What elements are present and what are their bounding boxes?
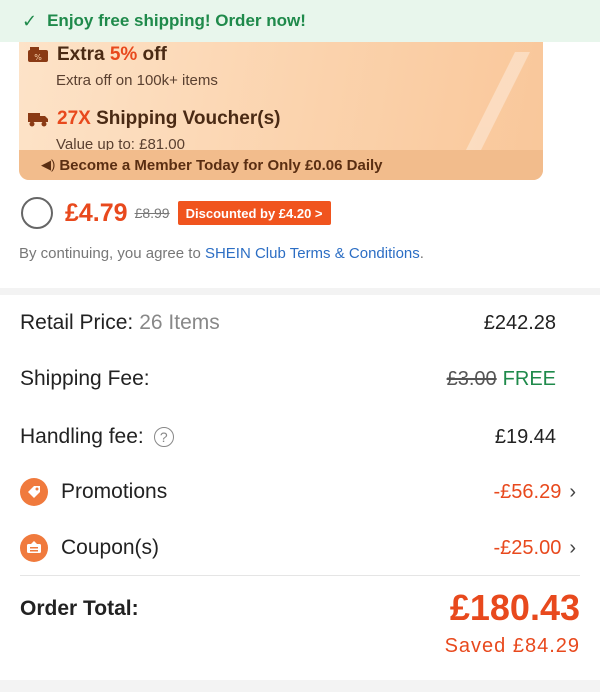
- shein-club-section: % Extra 5% off Extra off on 100k+ items …: [0, 42, 600, 288]
- benefit-extra-off-title: Extra 5% off: [57, 44, 167, 65]
- benefit-extra-off-sub: Extra off on 100k+ items: [56, 72, 218, 89]
- benefit-shipping-title: 27X Shipping Voucher(s): [57, 108, 281, 129]
- speaker-icon: ◀): [41, 157, 56, 172]
- order-total-value: £180.43: [449, 587, 580, 628]
- club-terms-text: By continuing, you agree to SHEIN Club T…: [19, 245, 424, 262]
- check-icon: ✓: [22, 10, 38, 31]
- member-offer-bar[interactable]: ◀) Become a Member Today for Only £0.06 …: [19, 150, 543, 180]
- order-total-label: Order Total:: [20, 597, 139, 620]
- club-original-price: £8.99: [134, 205, 170, 221]
- retail-price-value: £242.28: [483, 311, 556, 334]
- chevron-right-icon: ›: [569, 480, 576, 503]
- member-offer-text: Become a Member Today for Only £0.06 Dai…: [59, 156, 383, 174]
- club-price: £4.79: [65, 198, 128, 227]
- shipping-fee-value: FREE: [502, 367, 556, 390]
- promotions-label: Promotions: [61, 480, 168, 503]
- shipping-fee-row: Shipping Fee: £3.00 FREE: [20, 363, 556, 395]
- help-icon[interactable]: ?: [153, 427, 174, 447]
- shipping-fee-original: £3.00: [446, 367, 497, 390]
- retail-price-row: Retail Price: 26 Items £242.28: [20, 307, 556, 339]
- handling-fee-value: £19.44: [494, 425, 556, 448]
- promotions-row[interactable]: Promotions -£56.29 ›: [20, 475, 576, 509]
- shipping-fee-label: Shipping Fee:: [20, 367, 150, 390]
- coupons-label: Coupon(s): [61, 536, 160, 559]
- truck-icon: [28, 113, 48, 127]
- promotions-value: -£56.29: [493, 480, 562, 503]
- retail-price-label: Retail Price:: [20, 311, 134, 334]
- free-shipping-banner[interactable]: ✓ Enjoy free shipping! Order now!: [0, 0, 600, 42]
- discount-badge[interactable]: Discounted by £4.20 >: [177, 201, 331, 225]
- club-select-radio[interactable]: [21, 197, 53, 229]
- decorative-shape: [465, 52, 530, 152]
- order-summary: Retail Price: 26 Items £242.28 Shipping F…: [0, 295, 600, 680]
- club-terms-link[interactable]: SHEIN Club Terms & Conditions: [205, 245, 420, 262]
- retail-items-count: 26 Items: [139, 311, 220, 334]
- saved-amount: Saved £84.29: [444, 635, 580, 657]
- coupon-icon: [20, 534, 48, 562]
- summary-divider: [20, 575, 580, 576]
- coupons-value: -£25.00: [493, 536, 562, 559]
- handling-fee-row: Handling fee:? £19.44: [20, 421, 556, 453]
- benefit-extra-off: % Extra 5% off: [27, 44, 167, 66]
- coupons-row[interactable]: Coupon(s) -£25.00 ›: [20, 531, 576, 565]
- chevron-right-icon: ›: [569, 536, 576, 559]
- svg-text:%: %: [34, 53, 42, 62]
- club-price-row: £4.79 £8.99 Discounted by £4.20 >: [21, 197, 331, 229]
- promotion-tag-icon: [20, 478, 48, 506]
- handling-fee-label: Handling fee:: [20, 425, 144, 448]
- checkout-page: ✓ Enjoy free shipping! Order now! % Extr…: [0, 0, 600, 692]
- benefit-shipping-voucher: 27X Shipping Voucher(s): [27, 108, 280, 130]
- free-shipping-text: Enjoy free shipping! Order now!: [47, 11, 306, 30]
- percent-tag-icon: %: [28, 47, 48, 62]
